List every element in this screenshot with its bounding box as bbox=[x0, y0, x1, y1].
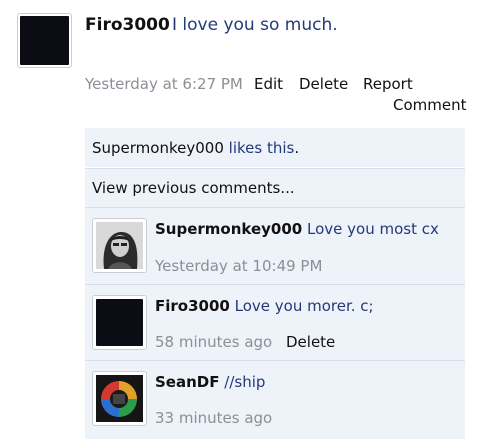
comment-body: Firo3000 Love you morer. c; bbox=[155, 297, 374, 315]
view-previous-comments-link[interactable]: View previous comments... bbox=[92, 179, 295, 197]
comment-text: Love you morer. c; bbox=[234, 297, 374, 315]
liker-name-link[interactable]: Supermonkey000 bbox=[92, 139, 224, 157]
report-link[interactable]: Report bbox=[363, 75, 413, 93]
comment-avatar[interactable] bbox=[92, 218, 147, 273]
comment-avatar[interactable] bbox=[92, 371, 147, 426]
comment-text: //ship bbox=[224, 373, 266, 391]
comment-text: Love you most cx bbox=[307, 220, 439, 238]
comment-author-name[interactable]: SeanDF bbox=[155, 373, 219, 391]
comment-author-name[interactable]: Firo3000 bbox=[155, 297, 230, 315]
delete-comment-link[interactable]: Delete bbox=[286, 333, 335, 351]
colorful-avatar-image bbox=[96, 375, 143, 422]
delete-link[interactable]: Delete bbox=[299, 75, 348, 93]
avatar-image bbox=[96, 299, 143, 346]
comment-link[interactable]: Comment bbox=[393, 96, 467, 114]
post-author-avatar[interactable] bbox=[17, 13, 72, 68]
comment-body: Supermonkey000 Love you most cx bbox=[155, 220, 439, 238]
likes-period: . bbox=[294, 139, 300, 157]
comment-body: SeanDF //ship bbox=[155, 373, 265, 391]
edit-link[interactable]: Edit bbox=[254, 75, 283, 93]
portrait-photo bbox=[96, 222, 143, 269]
comment-avatar[interactable] bbox=[92, 295, 147, 350]
comment-author-name[interactable]: Supermonkey000 bbox=[155, 220, 302, 238]
post-text: I love you so much. bbox=[172, 15, 338, 35]
post-author-name[interactable]: Firo3000 bbox=[85, 15, 170, 35]
comment-timestamp[interactable]: 58 minutes ago bbox=[155, 333, 272, 351]
likes-row: Supermonkey000 likes this. bbox=[92, 139, 299, 157]
comment-timestamp[interactable]: 33 minutes ago bbox=[155, 409, 272, 427]
likes-text[interactable]: likes this bbox=[229, 139, 295, 157]
avatar-image bbox=[20, 16, 69, 65]
comment-timestamp[interactable]: Yesterday at 10:49 PM bbox=[155, 257, 322, 275]
post-timestamp[interactable]: Yesterday at 6:27 PM bbox=[85, 75, 243, 93]
